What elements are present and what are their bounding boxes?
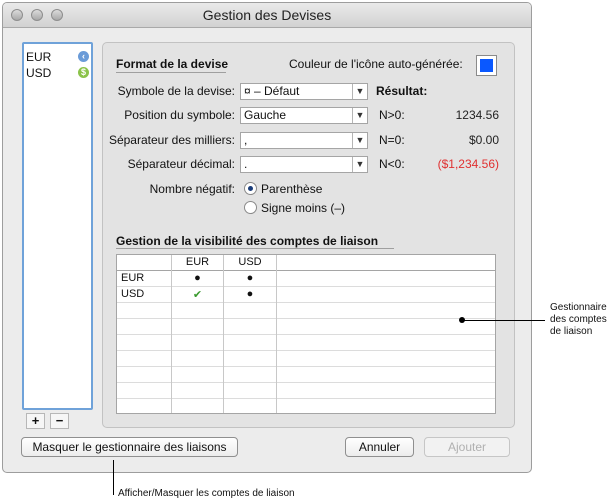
remove-currency-button[interactable]: − bbox=[50, 413, 69, 429]
divider bbox=[116, 248, 394, 249]
chevron-down-icon[interactable]: ▼ bbox=[352, 108, 367, 123]
currency-list[interactable]: EUR ‹ USD $ bbox=[22, 42, 93, 410]
visibility-matrix[interactable]: EUR USD EUR ● ● USD ✔ ● bbox=[116, 254, 496, 414]
add-currency-button[interactable]: + bbox=[26, 413, 45, 429]
format-heading: Format de la devise bbox=[116, 57, 229, 71]
radio-minus-sign-label[interactable]: Signe moins (–) bbox=[261, 201, 345, 215]
thousands-combo[interactable]: , ▼ bbox=[240, 132, 368, 149]
window-title: Gestion des Devises bbox=[202, 7, 332, 23]
divider bbox=[116, 72, 226, 73]
row-label-eur: EUR bbox=[121, 272, 145, 284]
visibility-cell[interactable]: ● bbox=[224, 288, 276, 300]
icon-color-label: Couleur de l'icône auto-générée: bbox=[289, 57, 463, 71]
visibility-cell[interactable]: ● bbox=[224, 272, 276, 284]
manager-annotation: Gestionnaire des comptes de liaison bbox=[550, 302, 607, 337]
visibility-heading: Gestion de la visibilité des comptes de … bbox=[116, 234, 379, 248]
chevron-down-icon[interactable]: ▼ bbox=[352, 84, 367, 99]
callout-line bbox=[462, 320, 545, 321]
chevron-down-icon[interactable]: ▼ bbox=[352, 133, 367, 148]
position-label: Position du symbole: bbox=[124, 108, 235, 122]
list-item-eur[interactable]: EUR ‹ bbox=[26, 50, 89, 64]
position-combo[interactable]: Gauche ▼ bbox=[240, 107, 368, 124]
radio-minus-sign[interactable] bbox=[244, 201, 257, 214]
result-value-negative: ($1,234.56) bbox=[437, 157, 499, 171]
negative-label: Nombre négatif: bbox=[149, 182, 235, 196]
decimal-value: . bbox=[244, 157, 248, 171]
radio-parentheses-label[interactable]: Parenthèse bbox=[261, 182, 322, 196]
cancel-button[interactable]: Annuler bbox=[345, 437, 414, 457]
symbol-label: Symbole de la devise: bbox=[117, 84, 235, 98]
color-swatch bbox=[480, 59, 493, 72]
symbol-value: ¤ – Défaut bbox=[244, 84, 300, 98]
callout-line bbox=[113, 460, 114, 495]
decimal-combo[interactable]: . ▼ bbox=[240, 156, 368, 173]
format-panel: Format de la devise Couleur de l'icône a… bbox=[102, 42, 515, 428]
column-header-usd: USD bbox=[238, 256, 262, 268]
result-label-negative: N<0: bbox=[379, 157, 405, 171]
result-label-positive: N>0: bbox=[379, 108, 405, 122]
currency-code: USD bbox=[26, 66, 52, 80]
icon-color-well[interactable] bbox=[476, 55, 497, 76]
toggle-annotation: Afficher/Masquer les comptes de liaison bbox=[118, 488, 295, 499]
result-value-positive: 1234.56 bbox=[455, 108, 499, 122]
decimal-label: Séparateur décimal: bbox=[127, 157, 235, 171]
column-header-eur: EUR bbox=[185, 256, 210, 268]
add-button: Ajouter bbox=[424, 437, 510, 457]
list-item-usd[interactable]: USD $ bbox=[26, 66, 89, 80]
arrow-left-circle-icon: ‹ bbox=[78, 51, 89, 62]
dollar-circle-icon: $ bbox=[78, 67, 89, 78]
visibility-cell[interactable]: ✔ bbox=[172, 288, 223, 301]
result-value-zero: $0.00 bbox=[468, 133, 499, 147]
currency-manager-window: Gestion des Devises EUR ‹ USD $ + − Form… bbox=[2, 2, 532, 473]
position-value: Gauche bbox=[244, 108, 287, 122]
thousands-value: , bbox=[244, 133, 248, 147]
title-bar: Gestion des Devises bbox=[3, 3, 531, 28]
result-heading: Résultat: bbox=[376, 84, 428, 98]
thousands-label: Séparateur des milliers: bbox=[108, 133, 235, 147]
row-label-usd: USD bbox=[121, 288, 145, 300]
toggle-manager-button[interactable]: Masquer le gestionnaire des liaisons bbox=[21, 437, 238, 457]
visibility-cell[interactable]: ● bbox=[172, 272, 223, 284]
result-label-zero: N=0: bbox=[379, 133, 405, 147]
currency-code: EUR bbox=[26, 50, 52, 64]
radio-parentheses[interactable] bbox=[244, 182, 257, 195]
chevron-down-icon[interactable]: ▼ bbox=[352, 157, 367, 172]
symbol-combo[interactable]: ¤ – Défaut ▼ bbox=[240, 83, 368, 100]
